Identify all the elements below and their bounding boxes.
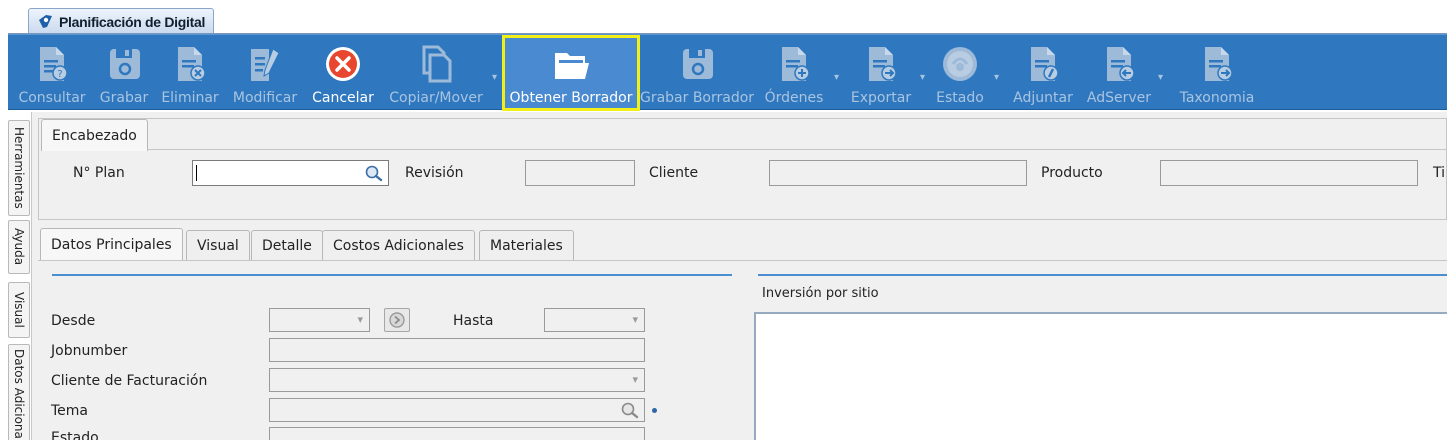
taxonomia-button[interactable]: Taxonomia bbox=[1172, 35, 1262, 111]
tab-materiales[interactable]: Materiales bbox=[479, 230, 574, 260]
jobnumber-label: Jobnumber bbox=[51, 343, 128, 359]
doc-attach-icon bbox=[1023, 43, 1063, 85]
ordenes-label: Órdenes bbox=[764, 90, 824, 106]
required-indicator-icon bbox=[652, 408, 657, 413]
obtener-borrador-label: Obtener Borrador bbox=[509, 90, 633, 106]
header-panel: Encabezado N° Plan Revisión Cliente Prod… bbox=[38, 118, 1447, 220]
plan-input[interactable] bbox=[192, 160, 389, 186]
side-tab-herramientas[interactable]: Herramientas bbox=[8, 120, 30, 216]
adserver-label: AdServer bbox=[1086, 90, 1152, 106]
cliente-field[interactable] bbox=[769, 160, 1027, 186]
tema-search-icon[interactable] bbox=[620, 401, 640, 419]
app-window: Planificación de Digital ? Consultar Gra… bbox=[0, 0, 1447, 440]
estado-field-label: Estado bbox=[51, 430, 99, 440]
tema-field[interactable] bbox=[269, 398, 645, 422]
estado-label: Estado bbox=[936, 90, 984, 106]
doc-question-icon: ? bbox=[32, 43, 72, 85]
hasta-label: Hasta bbox=[453, 313, 494, 329]
producto-label: Producto bbox=[1041, 165, 1103, 181]
arrow-right-circle-icon bbox=[389, 312, 405, 328]
date-nav-button[interactable] bbox=[384, 308, 410, 332]
window-tab-title: Planificación de Digital bbox=[59, 13, 206, 30]
doc-edit-icon bbox=[245, 43, 285, 85]
doc-back-icon bbox=[1099, 43, 1139, 85]
side-tab-visual[interactable]: Visual bbox=[8, 282, 30, 338]
estado-button[interactable]: Estado bbox=[930, 35, 990, 111]
tab-datos-principales[interactable]: Datos Principales bbox=[40, 228, 183, 260]
obtener-borrador-button[interactable]: Obtener Borrador bbox=[502, 35, 640, 111]
cliente-facturacion-label: Cliente de Facturación bbox=[51, 373, 208, 389]
cutoff-label: Ti bbox=[1433, 165, 1446, 181]
grabar-borrador-label: Grabar Borrador bbox=[639, 90, 755, 106]
tab-visual[interactable]: Visual bbox=[186, 230, 250, 260]
svg-text:?: ? bbox=[57, 69, 62, 80]
cancelar-button[interactable]: Cancelar bbox=[308, 35, 378, 111]
tab-detalle[interactable]: Detalle bbox=[251, 230, 323, 260]
copiar-mover-button[interactable]: Copiar/Mover bbox=[384, 35, 488, 111]
floppy-icon bbox=[677, 43, 717, 85]
doc-delete-icon bbox=[170, 43, 210, 85]
side-tab-strip: Herramientas Ayuda Visual Datos Adiciona… bbox=[0, 112, 32, 440]
inversion-title: Inversión por sitio bbox=[762, 286, 879, 301]
adserver-dropdown-icon[interactable]: ▾ bbox=[1158, 72, 1163, 83]
modificar-label: Modificar bbox=[232, 90, 298, 106]
content-area: Encabezado N° Plan Revisión Cliente Prod… bbox=[32, 112, 1447, 440]
app-logo-icon bbox=[39, 14, 52, 28]
plan-search-icon[interactable] bbox=[364, 164, 384, 182]
section-divider-left bbox=[52, 274, 732, 276]
doc-forward-icon bbox=[1197, 43, 1237, 85]
eliminar-label: Eliminar bbox=[161, 90, 219, 106]
grabar-borrador-button[interactable]: Grabar Borrador bbox=[639, 35, 755, 111]
adjuntar-button[interactable]: Adjuntar bbox=[1008, 35, 1078, 111]
modificar-button[interactable]: Modificar bbox=[228, 35, 302, 111]
grabar-button[interactable]: Grabar bbox=[96, 35, 152, 111]
copiar-mover-label: Copiar/Mover bbox=[389, 90, 483, 106]
grabar-label: Grabar bbox=[99, 90, 149, 106]
folder-open-icon bbox=[551, 43, 591, 85]
copy-icon bbox=[416, 43, 456, 85]
estado-dropdown-icon[interactable]: ▾ bbox=[994, 72, 999, 83]
cliente-facturacion-combo[interactable] bbox=[269, 368, 645, 392]
text-caret bbox=[196, 165, 197, 181]
desde-combo[interactable] bbox=[269, 308, 370, 332]
ordenes-button[interactable]: Órdenes bbox=[760, 35, 828, 111]
doc-add-icon bbox=[774, 43, 814, 85]
window-tab[interactable]: Planificación de Digital bbox=[28, 8, 215, 34]
tab-encabezado[interactable]: Encabezado bbox=[41, 119, 148, 151]
side-tab-ayuda[interactable]: Ayuda bbox=[8, 220, 30, 274]
jobnumber-field[interactable] bbox=[269, 338, 645, 362]
status-icon bbox=[940, 43, 980, 85]
exportar-button[interactable]: Exportar bbox=[846, 35, 916, 111]
desde-label: Desde bbox=[51, 313, 96, 329]
taxonomia-label: Taxonomia bbox=[1179, 90, 1255, 106]
header-tab-baseline bbox=[147, 149, 1447, 150]
exportar-label: Exportar bbox=[850, 90, 912, 106]
producto-field[interactable] bbox=[1160, 160, 1418, 186]
revision-label: Revisión bbox=[405, 165, 464, 181]
tab-costos-adicionales[interactable]: Costos Adicionales bbox=[322, 230, 475, 260]
consultar-button[interactable]: ? Consultar bbox=[14, 35, 90, 111]
side-tab-datos-adicionales[interactable]: Datos Adicionales bbox=[8, 344, 30, 440]
toolbar-ribbon: ? Consultar Grabar Eliminar Modificar Ca… bbox=[8, 34, 1447, 111]
cliente-label: Cliente bbox=[649, 165, 699, 181]
hasta-combo[interactable] bbox=[544, 308, 645, 332]
doc-export-icon bbox=[861, 43, 901, 85]
cancel-icon bbox=[323, 43, 363, 85]
consultar-label: Consultar bbox=[18, 90, 86, 106]
revision-field[interactable] bbox=[525, 160, 635, 186]
inversion-por-sitio-panel[interactable] bbox=[754, 312, 1447, 440]
exportar-dropdown-icon[interactable]: ▾ bbox=[920, 72, 925, 83]
cancelar-label: Cancelar bbox=[312, 90, 374, 106]
tema-label: Tema bbox=[51, 403, 89, 419]
copiar-mover-dropdown-icon[interactable]: ▾ bbox=[492, 72, 497, 83]
section-divider-right bbox=[758, 274, 1447, 276]
eliminar-button[interactable]: Eliminar bbox=[158, 35, 222, 111]
floppy-icon bbox=[104, 43, 144, 85]
estado-field[interactable] bbox=[269, 427, 645, 440]
ordenes-dropdown-icon[interactable]: ▾ bbox=[834, 72, 839, 83]
adjuntar-label: Adjuntar bbox=[1013, 90, 1073, 106]
plan-label: N° Plan bbox=[73, 165, 125, 181]
adserver-button[interactable]: AdServer bbox=[1084, 35, 1154, 111]
